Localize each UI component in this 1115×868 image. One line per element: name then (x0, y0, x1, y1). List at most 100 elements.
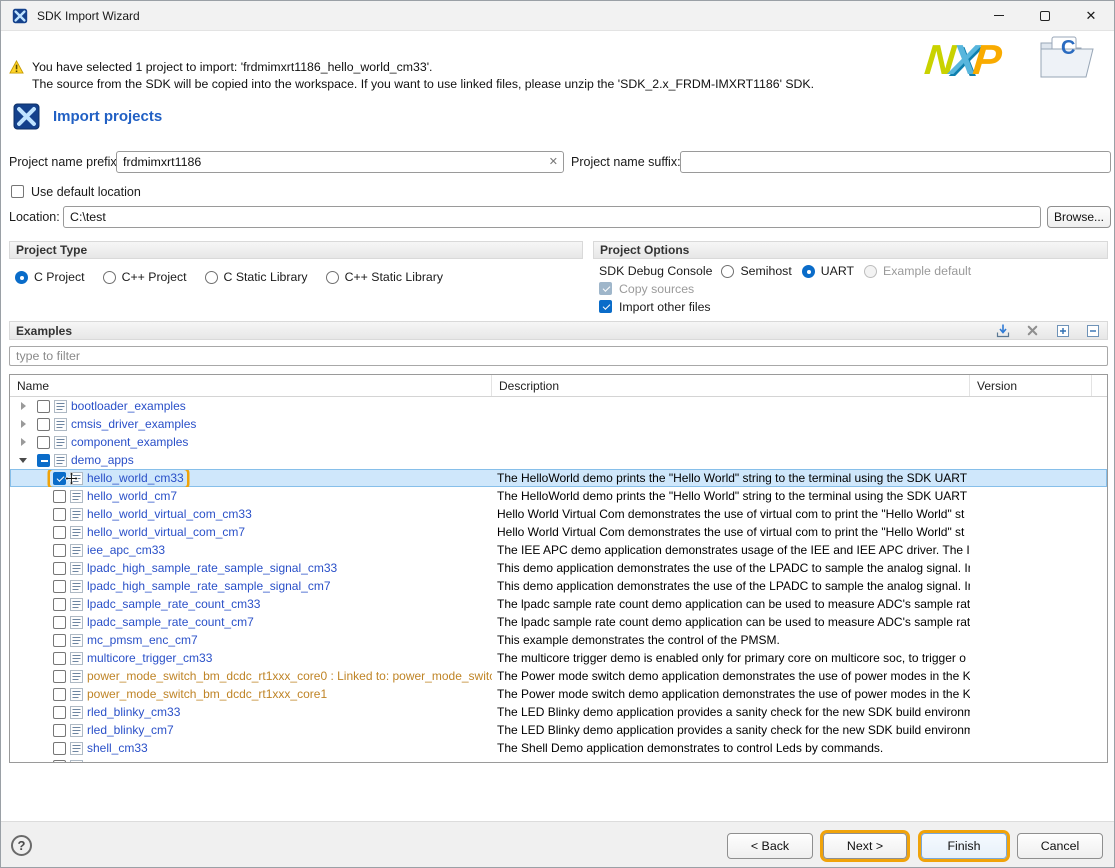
table-row[interactable]: iee_apc_cm33 The IEE APC demo applicatio… (10, 541, 1107, 559)
radio-option[interactable]: C++ Project (103, 270, 187, 284)
column-header-version[interactable]: Version (970, 375, 1092, 396)
example-name[interactable]: shell_cm33 (87, 741, 148, 755)
radio-option[interactable]: Semihost (721, 264, 791, 278)
table-row[interactable]: power_mode_switch_bm_dcdc_rt1xxx_core1 T… (10, 685, 1107, 703)
copy-sources-checkbox[interactable] (599, 282, 612, 295)
row-checkbox[interactable] (53, 580, 66, 593)
table-row[interactable]: lpadc_sample_rate_count_cm33 The lpadc s… (10, 595, 1107, 613)
example-name[interactable]: lpadc_high_sample_rate_sample_signal_cm3… (87, 561, 337, 575)
collapse-all-icon[interactable] (1084, 322, 1101, 339)
example-name[interactable]: power_mode_switch_bm_dcdc_rt1xxx_core1 (87, 687, 327, 701)
table-row[interactable]: hello_world_cm7 The HelloWorld demo prin… (10, 487, 1107, 505)
row-checkbox[interactable] (53, 508, 66, 521)
table-row[interactable]: lpadc_high_sample_rate_sample_signal_cm3… (10, 559, 1107, 577)
example-name[interactable]: lpadc_sample_rate_count_cm33 (87, 597, 260, 611)
table-row[interactable]: component_examples (10, 433, 1107, 451)
close-button[interactable] (1068, 1, 1114, 30)
example-name[interactable]: hello_world_virtual_com_cm7 (87, 525, 245, 539)
next-button[interactable]: Next > (823, 833, 907, 859)
maximize-button[interactable] (1022, 1, 1068, 30)
example-name[interactable]: component_examples (71, 435, 188, 449)
browse-button[interactable]: Browse... (1047, 206, 1111, 228)
example-name[interactable]: power_mode_switch_bm_dcdc_rt1xxx_core0 :… (87, 669, 492, 683)
example-name[interactable]: multicore_trigger_cm33 (87, 651, 212, 665)
radio-icon (103, 271, 116, 284)
project-name-suffix-input[interactable] (680, 151, 1111, 173)
row-checkbox[interactable] (53, 688, 66, 701)
example-name[interactable]: rled_blinky_cm33 (87, 705, 180, 719)
import-other-files-checkbox[interactable] (599, 300, 612, 313)
clear-selection-icon[interactable] (1024, 322, 1041, 339)
expand-all-icon[interactable] (1054, 322, 1071, 339)
expander-icon[interactable] (16, 453, 30, 467)
example-name[interactable]: lpadc_sample_rate_count_cm7 (87, 615, 254, 629)
example-name[interactable]: iee_apc_cm33 (87, 543, 165, 557)
radio-option[interactable]: C Static Library (205, 270, 308, 284)
example-name[interactable]: rled_blinky_cm7 (87, 723, 174, 737)
table-row[interactable]: hello_world_cm33 The HelloWorld demo pri… (10, 469, 1107, 487)
import-icon[interactable] (994, 322, 1011, 339)
expander-icon[interactable] (16, 399, 30, 413)
row-checkbox[interactable] (53, 562, 66, 575)
finish-button[interactable]: Finish (921, 833, 1007, 859)
radio-option[interactable]: C Project (15, 270, 85, 284)
table-row[interactable]: cmsis_driver_examples (10, 415, 1107, 433)
cancel-button[interactable]: Cancel (1017, 833, 1103, 859)
back-button[interactable]: < Back (727, 833, 813, 859)
row-checkbox[interactable] (53, 616, 66, 629)
row-checkbox[interactable] (53, 760, 66, 763)
table-row[interactable]: hello_world_virtual_com_cm33 Hello World… (10, 505, 1107, 523)
table-row[interactable]: rled_blinky_cm33 The LED Blinky demo app… (10, 703, 1107, 721)
prefix-label: Project name prefix: (9, 155, 120, 169)
radio-option[interactable]: Example default (864, 264, 971, 278)
row-checkbox[interactable] (53, 490, 66, 503)
project-name-prefix-input[interactable] (116, 151, 564, 173)
radio-option[interactable]: UART (802, 264, 854, 278)
table-row[interactable]: rled_blinky_cm7 The LED Blinky demo appl… (10, 721, 1107, 739)
table-row[interactable] (10, 757, 1107, 762)
example-file-icon (70, 688, 83, 701)
example-name[interactable]: hello_world_virtual_com_cm33 (87, 507, 252, 521)
example-name[interactable]: hello_world_cm7 (87, 489, 177, 503)
filter-input[interactable] (9, 346, 1108, 366)
table-row[interactable]: shell_cm33 The Shell Demo application de… (10, 739, 1107, 757)
row-checkbox[interactable] (37, 454, 50, 467)
row-checkbox[interactable] (53, 652, 66, 665)
table-row[interactable]: power_mode_switch_bm_dcdc_rt1xxx_core0 :… (10, 667, 1107, 685)
clear-prefix-icon[interactable] (549, 155, 558, 168)
row-checkbox[interactable] (37, 400, 50, 413)
help-button[interactable] (11, 835, 32, 856)
example-name[interactable]: hello_world_cm33 (87, 471, 184, 485)
table-row[interactable]: demo_apps (10, 451, 1107, 469)
row-checkbox[interactable] (53, 724, 66, 737)
row-checkbox[interactable] (37, 418, 50, 431)
column-header-name[interactable]: Name (10, 375, 492, 396)
table-row[interactable]: multicore_trigger_cm33 The multicore tri… (10, 649, 1107, 667)
expander-icon[interactable] (16, 417, 30, 431)
expander-icon[interactable] (16, 435, 30, 449)
table-row[interactable]: bootloader_examples (10, 397, 1107, 415)
location-input[interactable] (63, 206, 1041, 228)
row-checkbox[interactable] (53, 706, 66, 719)
example-name[interactable]: cmsis_driver_examples (71, 417, 196, 431)
row-checkbox[interactable] (53, 634, 66, 647)
example-name[interactable]: bootloader_examples (71, 399, 186, 413)
row-checkbox[interactable] (53, 742, 66, 755)
column-header-description[interactable]: Description (492, 375, 970, 396)
table-row[interactable]: hello_world_virtual_com_cm7 Hello World … (10, 523, 1107, 541)
example-name[interactable]: mc_pmsm_enc_cm7 (87, 633, 198, 647)
row-checkbox[interactable] (53, 544, 66, 557)
row-checkbox[interactable] (37, 436, 50, 449)
table-row[interactable]: lpadc_sample_rate_count_cm7 The lpadc sa… (10, 613, 1107, 631)
row-checkbox[interactable] (53, 598, 66, 611)
minimize-button[interactable] (976, 1, 1022, 30)
table-row[interactable]: lpadc_high_sample_rate_sample_signal_cm7… (10, 577, 1107, 595)
use-default-location-checkbox[interactable] (11, 185, 24, 198)
row-checkbox[interactable] (53, 670, 66, 683)
radio-option[interactable]: C++ Static Library (326, 270, 443, 284)
example-name[interactable]: demo_apps (71, 453, 134, 467)
row-checkbox[interactable] (53, 526, 66, 539)
example-name-group: component_examples (34, 434, 191, 451)
example-name[interactable]: lpadc_high_sample_rate_sample_signal_cm7 (87, 579, 331, 593)
table-row[interactable]: mc_pmsm_enc_cm7 This example demonstrate… (10, 631, 1107, 649)
